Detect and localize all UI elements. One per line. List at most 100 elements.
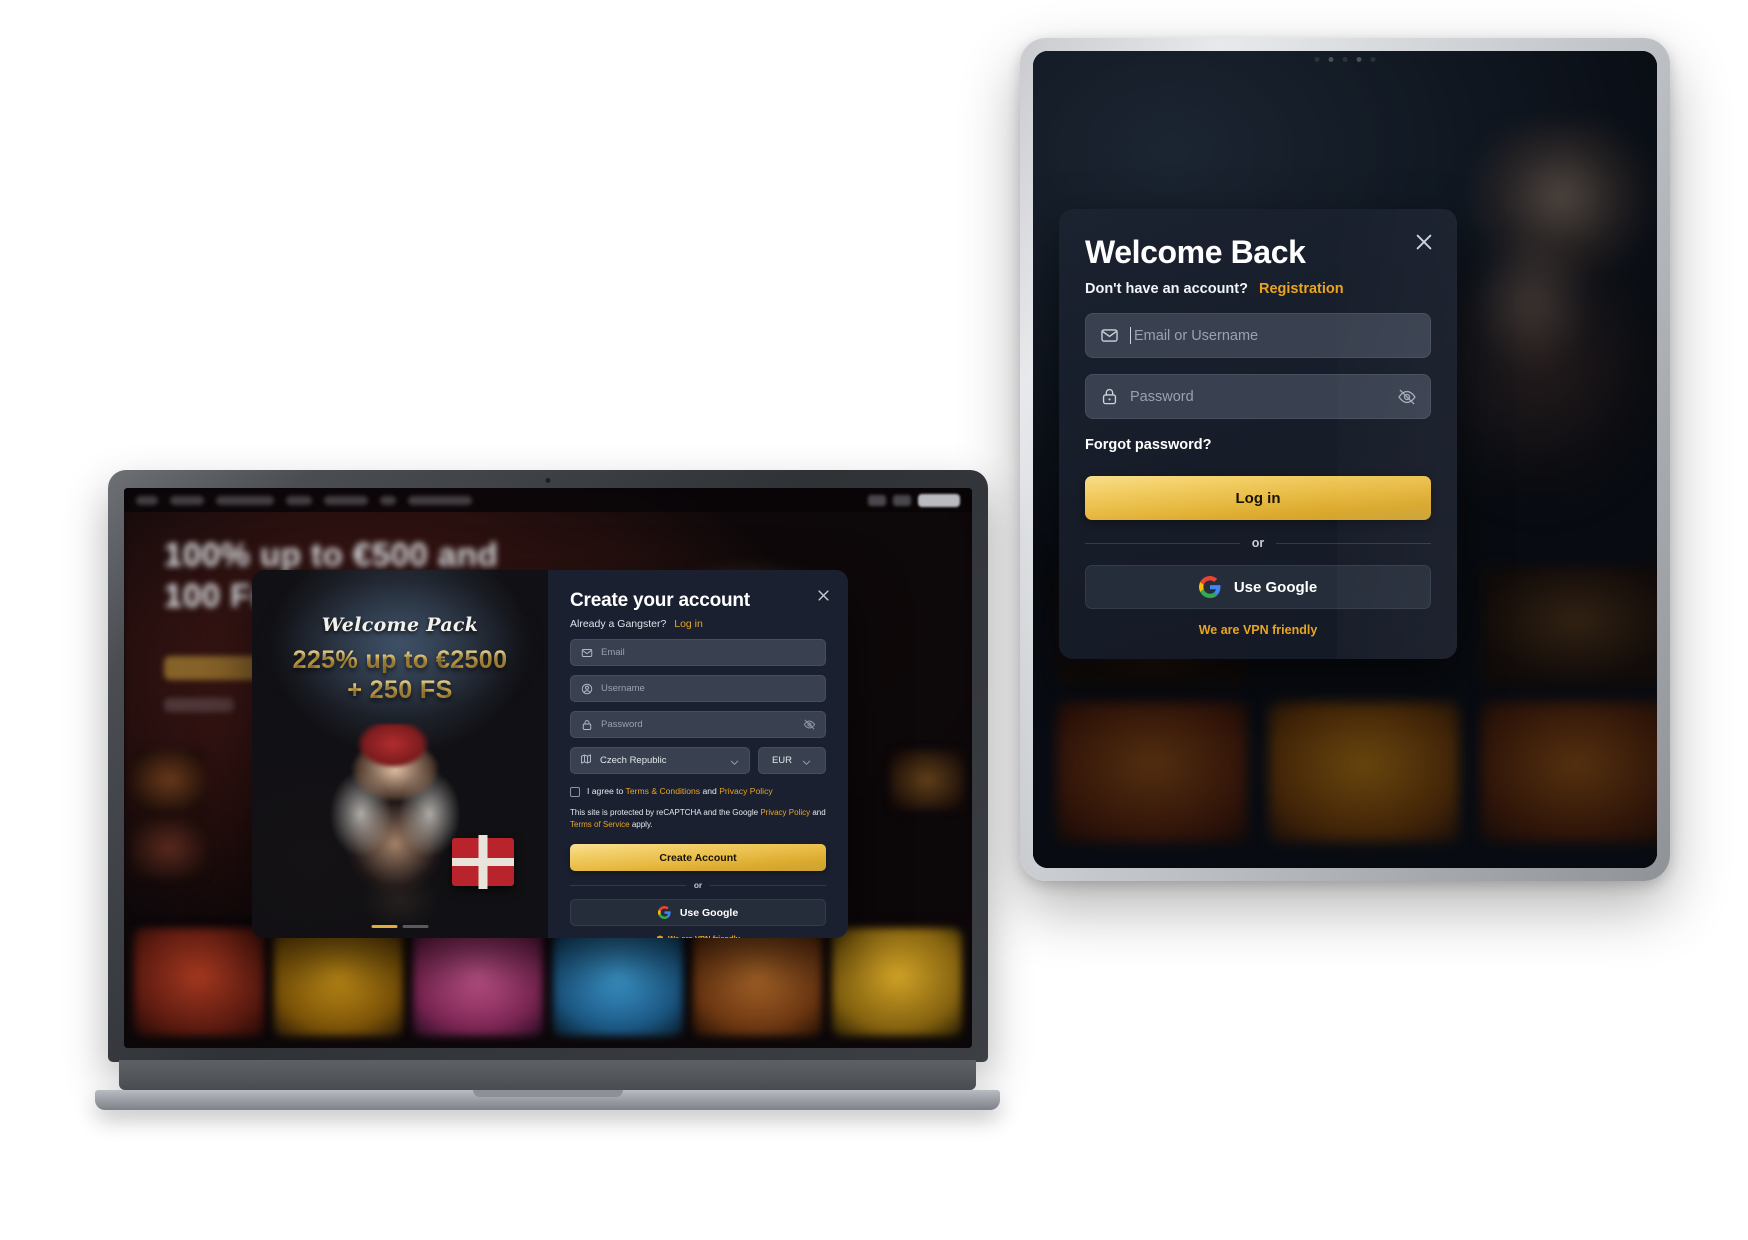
- terms-agreement: I agree to Terms & Conditions and Privac…: [570, 786, 826, 797]
- tablet-device: Welcome Back Don't have an account? Regi…: [1020, 38, 1670, 881]
- password-placeholder: Password: [601, 719, 643, 730]
- google-icon: [657, 906, 671, 920]
- nav-language-icon[interactable]: [893, 494, 911, 506]
- nav-item-6[interactable]: [408, 495, 472, 505]
- game-tile[interactable]: [413, 928, 544, 1036]
- register-subtitle-text: Already a Gangster?: [570, 618, 667, 630]
- privacy-link[interactable]: Privacy Policy: [719, 786, 772, 796]
- google-signup-label: Use Google: [679, 906, 739, 919]
- divider-line-right: [1276, 542, 1431, 544]
- game-tile[interactable]: [692, 928, 823, 1036]
- promo-offer-line2: + 250 FS: [252, 676, 548, 705]
- recaptcha-legal-text: This site is protected by reCAPTCHA and …: [570, 807, 826, 830]
- game-tiles: [124, 928, 972, 1048]
- game-tile[interactable]: [273, 928, 404, 1036]
- terms-link[interactable]: Terms & Conditions: [626, 786, 701, 796]
- envelope-icon: [580, 646, 593, 659]
- google-signup-button[interactable]: Use Google: [570, 899, 826, 927]
- divider-line-right: [710, 884, 826, 886]
- divider-or: or: [1085, 536, 1431, 550]
- game-tile[interactable]: [134, 928, 264, 1036]
- promo-title: Welcome Pack: [321, 614, 479, 636]
- promo-character-image: [292, 724, 507, 924]
- map-icon: [580, 752, 592, 770]
- legal-part1: This site is protected by reCAPTCHA and …: [570, 808, 759, 818]
- google-login-button[interactable]: Use Google: [1085, 565, 1431, 610]
- password-field[interactable]: Password: [1085, 374, 1431, 420]
- agree-and: and: [702, 786, 717, 796]
- page-title: Create your account: [570, 590, 750, 611]
- laptop-lid: 100% up to €500 and 100 Free Spins: [108, 470, 988, 1062]
- gift-box-icon: [452, 838, 514, 886]
- site-navbar: [124, 488, 972, 512]
- laptop-base: [95, 1090, 1000, 1110]
- game-tile[interactable]: [553, 928, 683, 1036]
- login-link[interactable]: Log in: [674, 618, 703, 630]
- eye-off-icon[interactable]: [803, 718, 816, 731]
- promo-offer-line1: 225% up to €2500: [252, 646, 548, 675]
- nav-signup-button[interactable]: [918, 493, 960, 507]
- login-subtitle: Don't have an account? Registration: [1085, 281, 1431, 297]
- user-circle-icon: [580, 682, 593, 695]
- laptop-device: 100% up to €500 and 100 Free Spins: [95, 470, 1000, 1110]
- username-field[interactable]: Username: [570, 675, 826, 702]
- page-title: Welcome Back: [1085, 234, 1306, 270]
- navbar-actions: [868, 493, 960, 507]
- laptop-hinge: [119, 1060, 976, 1090]
- nav-logo[interactable]: [136, 495, 158, 505]
- carousel-dots[interactable]: [371, 925, 429, 928]
- legal-privacy-link[interactable]: Privacy Policy: [760, 808, 810, 817]
- password-placeholder: Password: [1130, 388, 1194, 405]
- nav-item-5[interactable]: [380, 495, 396, 505]
- tablet-camera-dots: [1314, 57, 1376, 62]
- forgot-password-link[interactable]: Forgot password?: [1085, 437, 1431, 453]
- vpn-note-label: We are VPN friendly: [668, 934, 740, 938]
- password-field[interactable]: Password: [570, 711, 826, 738]
- email-placeholder: Email: [601, 647, 625, 658]
- country-value: Czech Republic: [600, 755, 667, 766]
- nav-item-4[interactable]: [324, 495, 368, 505]
- registration-link[interactable]: Registration: [1259, 281, 1344, 297]
- nav-item-3[interactable]: [286, 495, 312, 505]
- registration-modal: Welcome Pack 225% up to €2500 + 250 FS C…: [252, 570, 848, 938]
- login-button[interactable]: Log in: [1085, 476, 1431, 521]
- laptop-screen: 100% up to €500 and 100 Free Spins: [124, 488, 972, 1048]
- close-icon[interactable]: [814, 586, 832, 604]
- nav-item-2[interactable]: [216, 495, 274, 505]
- nav-search-icon[interactable]: [868, 494, 886, 506]
- hero-cta-button[interactable]: [164, 656, 259, 680]
- eye-off-icon[interactable]: [1397, 387, 1417, 407]
- hero-subtext: [164, 698, 234, 712]
- login-subtitle-text: Don't have an account?: [1085, 281, 1248, 298]
- registration-form: Create your account Already a Gangster? …: [548, 570, 848, 938]
- legal-terms-link[interactable]: Terms of Service: [570, 820, 630, 829]
- chevron-down-icon: [729, 755, 740, 766]
- promo-panel: Welcome Pack 225% up to €2500 + 250 FS: [252, 570, 548, 938]
- shield-icon: [656, 935, 664, 938]
- text-caret: [1130, 327, 1131, 345]
- agree-prefix: I agree to: [587, 786, 624, 796]
- email-field[interactable]: Email or Username: [1085, 313, 1431, 359]
- chevron-down-icon: [801, 755, 812, 766]
- divider-line-left: [1085, 542, 1240, 544]
- email-placeholder: Email or Username: [1134, 327, 1259, 344]
- vpn-note: We are VPN friendly: [1198, 623, 1318, 638]
- divider-label: or: [1251, 536, 1265, 551]
- close-icon[interactable]: [1411, 229, 1437, 255]
- email-field[interactable]: Email: [570, 639, 826, 666]
- lock-icon: [580, 718, 593, 731]
- country-select[interactable]: Czech Republic: [570, 747, 750, 774]
- webcam-icon: [545, 478, 551, 483]
- divider-line-left: [570, 884, 686, 886]
- lock-icon: [1099, 387, 1119, 407]
- register-subtitle: Already a Gangster? Log in: [570, 618, 826, 630]
- create-account-button[interactable]: Create Account: [570, 844, 826, 872]
- game-tile[interactable]: [832, 928, 963, 1036]
- envelope-icon: [1099, 326, 1119, 346]
- google-icon: [1198, 576, 1221, 599]
- nav-item-1[interactable]: [170, 495, 204, 505]
- divider-label: or: [693, 880, 703, 891]
- login-modal: Welcome Back Don't have an account? Regi…: [1059, 209, 1457, 660]
- currency-select[interactable]: EUR: [758, 747, 826, 774]
- terms-checkbox[interactable]: [570, 787, 580, 797]
